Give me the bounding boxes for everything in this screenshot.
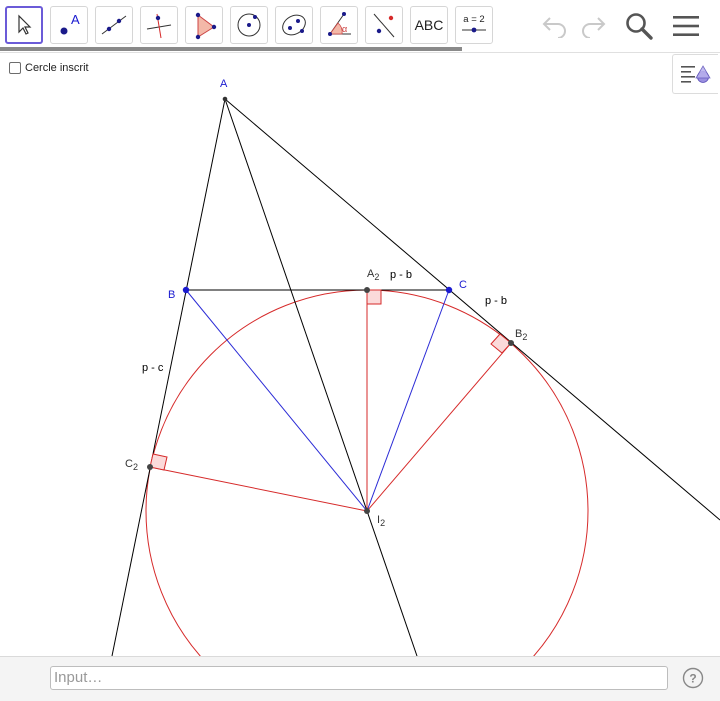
move-tool[interactable] bbox=[5, 6, 43, 44]
label-a2: A2 bbox=[367, 268, 379, 282]
point-a[interactable] bbox=[222, 96, 228, 102]
label-segment-left: p - c bbox=[142, 362, 164, 374]
point-i2[interactable] bbox=[364, 508, 370, 514]
style-bar-icon bbox=[680, 65, 711, 83]
line-tool[interactable] bbox=[95, 6, 133, 44]
radius-c2[interactable] bbox=[149, 466, 368, 512]
incircle-checkbox-label: Cercle inscrit bbox=[25, 62, 89, 74]
label-segment-right: p - b bbox=[485, 295, 507, 307]
reflect-tool[interactable] bbox=[365, 6, 403, 44]
label-i2: I2 bbox=[377, 514, 385, 528]
radius-b2[interactable] bbox=[366, 342, 512, 512]
label-segment-top: p - b bbox=[390, 269, 412, 281]
polygon-icon bbox=[195, 12, 217, 40]
line-ab[interactable] bbox=[111, 98, 226, 656]
line-ac[interactable] bbox=[224, 98, 720, 521]
label-c: C bbox=[459, 279, 467, 291]
ellipse-icon bbox=[282, 14, 306, 36]
algebra-input[interactable]: Input… bbox=[50, 666, 668, 690]
text-icon: ABC bbox=[414, 17, 444, 33]
svg-text:A: A bbox=[71, 12, 80, 27]
bisector-a[interactable] bbox=[224, 98, 418, 656]
point-c2[interactable] bbox=[147, 464, 153, 470]
style-bar-toggle[interactable] bbox=[672, 54, 718, 94]
search-icon bbox=[626, 13, 653, 40]
graphics-view[interactable]: A B C A2 B2 C2 I2 p - b p - b p - c bbox=[0, 52, 720, 656]
search-button[interactable] bbox=[622, 9, 656, 43]
toolbar: A α ABC a = 2 bbox=[0, 0, 720, 53]
bisector-b[interactable] bbox=[185, 289, 368, 512]
slider-tool[interactable]: a = 2 bbox=[455, 6, 493, 44]
line-icon bbox=[101, 15, 127, 35]
point-icon: A bbox=[60, 12, 80, 35]
undo-button[interactable] bbox=[538, 9, 572, 43]
point-a2[interactable] bbox=[364, 287, 370, 293]
input-bar: Input… ? bbox=[0, 656, 720, 701]
point-c[interactable] bbox=[445, 286, 453, 294]
point-b2[interactable] bbox=[508, 340, 514, 346]
reflect-icon bbox=[373, 13, 395, 38]
point-b[interactable] bbox=[182, 286, 190, 294]
redo-button[interactable] bbox=[576, 9, 610, 43]
toolbar-scroll-indicator[interactable] bbox=[0, 47, 462, 51]
incircle-checkbox[interactable] bbox=[9, 62, 21, 74]
label-b: B bbox=[168, 289, 175, 301]
menu-icon bbox=[673, 16, 699, 36]
slider-icon: a = 2 bbox=[462, 14, 486, 33]
incircle-checkbox-control[interactable]: Cercle inscrit bbox=[9, 62, 89, 74]
help-icon[interactable]: ? bbox=[682, 667, 704, 689]
point-tool[interactable]: A bbox=[50, 6, 88, 44]
label-c2: C2 bbox=[125, 458, 138, 472]
menu-button[interactable] bbox=[669, 9, 703, 43]
text-tool[interactable]: ABC bbox=[410, 6, 448, 44]
svg-text:?: ? bbox=[689, 672, 696, 686]
polygon-tool[interactable] bbox=[185, 6, 223, 44]
label-b2: B2 bbox=[515, 328, 527, 342]
right-angle-b2 bbox=[490, 333, 512, 354]
angle-icon: α bbox=[328, 12, 351, 36]
ellipse-tool[interactable] bbox=[275, 6, 313, 44]
perpendicular-line-tool[interactable] bbox=[140, 6, 178, 44]
bisector-c[interactable] bbox=[366, 289, 450, 512]
label-a: A bbox=[220, 78, 228, 90]
angle-tool[interactable]: α bbox=[320, 6, 358, 44]
redo-icon bbox=[582, 17, 606, 38]
circle-tool[interactable] bbox=[230, 6, 268, 44]
svg-text:a = 2: a = 2 bbox=[463, 14, 484, 25]
svg-text:α: α bbox=[342, 24, 347, 34]
undo-icon bbox=[542, 17, 566, 38]
circle-icon bbox=[237, 13, 261, 37]
perpendicular-icon bbox=[146, 13, 172, 39]
cursor-icon bbox=[18, 14, 32, 35]
